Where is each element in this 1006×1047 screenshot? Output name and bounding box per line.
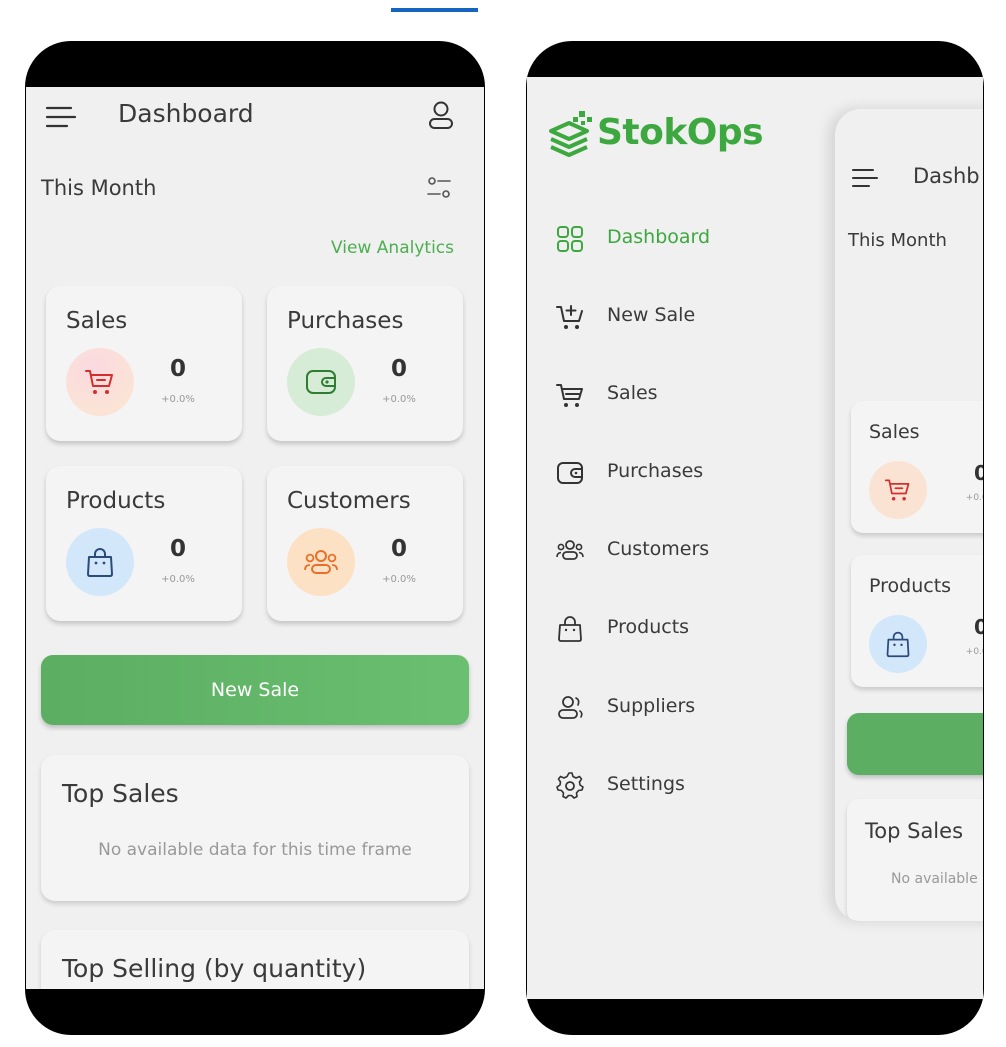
products-icon-badge: [66, 528, 134, 596]
nav-label: Products: [607, 616, 690, 638]
section-title: Top Sales: [62, 779, 179, 808]
app-name: StokOps: [597, 112, 764, 153]
nav-label: Settings: [607, 773, 685, 795]
users-icon: [304, 550, 338, 574]
page: Dashboard This Month View Analytics Sale…: [0, 0, 1006, 1047]
app-bar: Dashboard: [26, 87, 484, 147]
menu-icon[interactable]: [45, 105, 77, 129]
stat-value: 0: [169, 536, 186, 562]
shopping-bag-icon: [87, 548, 113, 577]
filter-icon[interactable]: [426, 176, 452, 200]
section-title: Top Sales: [865, 819, 964, 843]
bag-icon: [558, 616, 582, 642]
nav-label: Sales: [607, 382, 658, 404]
peek-page-title: Dashb: [913, 164, 980, 188]
stat-delta: +0.0%: [965, 493, 983, 503]
period-label: This Month: [41, 176, 157, 200]
stat-label: Sales: [66, 308, 128, 334]
customers-icon-badge: [287, 528, 355, 596]
stat-value: 0: [390, 356, 407, 382]
user-profile-icon[interactable]: [428, 100, 454, 130]
top-sales-card: Top Sales No available data for this tim…: [41, 755, 469, 901]
stat-label: Sales: [869, 421, 920, 443]
stat-delta: +0.0%: [382, 394, 416, 405]
nav-label: Customers: [607, 538, 710, 560]
stat-label: Products: [66, 488, 166, 514]
peek-top-sales-card: Top Sales No available: [847, 799, 983, 921]
cart-plus-icon: [556, 305, 583, 329]
stokops-logo: StokOps: [547, 109, 764, 161]
nav-label: Dashboard: [607, 226, 711, 248]
empty-state-text: No available: [891, 871, 978, 887]
stat-delta: +0.0%: [161, 394, 195, 405]
nav-item-sales[interactable]: Sales: [555, 374, 795, 414]
shopping-cart-icon: [884, 479, 910, 501]
phone-drawer: StokOps Dashboard New Sale Sales Purchas…: [526, 41, 984, 1035]
tab-indicator: [391, 8, 478, 12]
empty-state-text: No available data for this time frame: [98, 840, 412, 860]
peek-period-label: This Month: [848, 230, 947, 251]
stat-value: 0: [390, 536, 407, 562]
stat-label: Purchases: [287, 308, 404, 334]
nav-item-products[interactable]: Products: [555, 608, 795, 648]
nav-item-new-sale[interactable]: New Sale: [555, 296, 795, 336]
dashboard-peek[interactable]: Dashb This Month Sales 0 +0.0%: [835, 109, 983, 921]
view-analytics-link[interactable]: View Analytics: [331, 238, 454, 258]
grid-icon: [557, 226, 583, 252]
nav-label: Suppliers: [607, 695, 696, 717]
shopping-cart-icon: [85, 370, 113, 394]
stat-label: Customers: [287, 488, 411, 514]
nav-item-settings[interactable]: Settings: [555, 765, 795, 805]
nav-item-purchases[interactable]: Purchases: [555, 452, 795, 492]
section-title: Top Selling (by quantity): [62, 954, 367, 983]
stat-delta: +0.0%: [161, 574, 195, 585]
sales-stat-card[interactable]: Sales 0 +0.0%: [46, 286, 242, 441]
purchases-stat-card[interactable]: Purchases 0 +0.0%: [267, 286, 463, 441]
nav-label: New Sale: [607, 304, 696, 326]
peek-new-sale-button: [847, 713, 983, 775]
cart-icon: [556, 384, 583, 407]
products-icon-badge: [869, 615, 927, 673]
gear-icon: [556, 772, 584, 799]
supplier-icon: [558, 696, 583, 719]
stat-delta: +0.0%: [965, 647, 983, 657]
nav-label: Purchases: [607, 460, 704, 482]
stat-value: 0: [974, 461, 983, 485]
sales-icon-badge: [869, 461, 927, 519]
stat-value: 0: [169, 356, 186, 382]
sales-icon-badge: [66, 348, 134, 416]
wallet-icon: [306, 370, 336, 394]
products-stat-card[interactable]: Products 0 +0.0%: [46, 466, 242, 621]
stat-label: Products: [869, 575, 952, 597]
nav-item-suppliers[interactable]: Suppliers: [555, 687, 795, 727]
nav-item-dashboard[interactable]: Dashboard: [555, 218, 795, 258]
top-selling-card: Top Selling (by quantity): [41, 930, 469, 989]
customers-stat-card[interactable]: Customers 0 +0.0%: [267, 466, 463, 621]
nav-item-customers[interactable]: Customers: [555, 530, 795, 570]
drawer-screen: StokOps Dashboard New Sale Sales Purchas…: [527, 77, 983, 999]
stat-value: 0: [974, 615, 983, 639]
menu-icon: [852, 169, 878, 187]
logo-mark-icon: [549, 111, 592, 157]
phone-dashboard: Dashboard This Month View Analytics Sale…: [25, 41, 485, 1035]
shopping-bag-icon: [886, 631, 910, 658]
new-sale-button[interactable]: New Sale: [41, 655, 469, 725]
stat-delta: +0.0%: [382, 574, 416, 585]
dashboard-screen: Dashboard This Month View Analytics Sale…: [26, 87, 484, 989]
users-icon: [556, 540, 584, 560]
purchases-icon-badge: [287, 348, 355, 416]
page-title: Dashboard: [118, 99, 254, 128]
peek-products-card: Products 0 +0.0%: [851, 555, 983, 687]
wallet-icon: [557, 462, 583, 484]
peek-sales-card: Sales 0 +0.0%: [851, 401, 983, 533]
